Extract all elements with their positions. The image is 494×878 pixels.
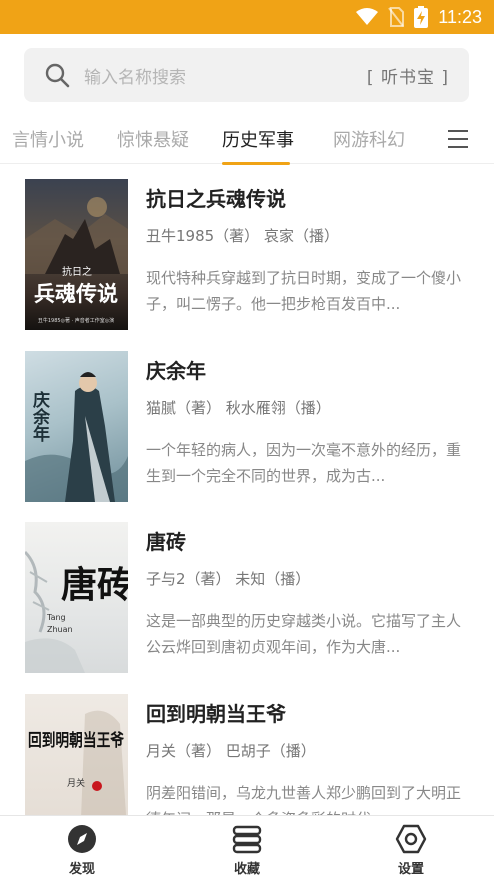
clock: 11:23 — [438, 6, 482, 27]
search-bar[interactable]: 输入名称搜索 [ 听书宝 ] — [24, 48, 469, 102]
nav-label: 收藏 — [233, 862, 260, 877]
book-description: 现代特种兵穿越到了抗日时期，变成了一个傻小子，叫二愣子。他一把步枪百发百中... — [146, 269, 462, 313]
book-meta: 丑牛1985（著） 哀家（播） — [146, 227, 339, 245]
book-title[interactable]: 唐砖 — [146, 526, 186, 555]
tab-game-scifi[interactable]: 网游科幻 — [333, 126, 405, 152]
cover-pinyin-tang: Tang — [46, 613, 66, 622]
tab-history-military[interactable]: 历史军事 — [222, 126, 294, 152]
battery-charging-icon — [414, 6, 429, 28]
book-description: 这是一部典型的历史穿越类小说。它描写了主人公云烨回到唐初贞观年间，作为大唐... — [146, 612, 462, 656]
book-title[interactable]: 回到明朝当王爷 — [146, 698, 286, 727]
status-bar: 11:23 — [0, 0, 494, 34]
book-item[interactable]: 庆余年 庆余年 猫腻（著） 秋水雁翎（播） 一个年轻的病人，因为一次毫不意外的经… — [25, 351, 470, 502]
book-meta: 猫腻（著） 秋水雁翎（播） — [146, 399, 331, 417]
book-cover: 抗日之 兵魂传说 丑牛1985◎著 · 声音者工作室◎演 — [25, 179, 128, 330]
stack-icon — [232, 825, 262, 854]
cover-author: 月关 — [67, 777, 85, 789]
tab-thriller[interactable]: 惊悚悬疑 — [117, 126, 189, 152]
menu-icon[interactable] — [447, 128, 469, 150]
cover-title: 唐砖 — [61, 564, 128, 606]
cover-title: 回到明朝当王爷 — [28, 730, 125, 751]
book-description: 一个年轻的病人，因为一次毫不意外的经历，重生到一个完全不同的世界，成为古... — [146, 441, 462, 485]
cover-art: 唐砖 Tang Zhuan — [25, 550, 128, 673]
cover-art: 庆余年 — [25, 372, 128, 502]
wifi-icon — [356, 8, 379, 25]
source-selector[interactable]: [ 听书宝 ] — [367, 63, 449, 88]
search-icon — [45, 63, 70, 88]
book-item[interactable]: 唐砖 Tang Zhuan 唐砖 子与2（著） 未知（播） 这是一部典型的历史穿… — [25, 522, 470, 673]
book-title[interactable]: 庆余年 — [146, 355, 206, 384]
cover-pinyin-zhuan: Zhuan — [47, 625, 73, 634]
nav-favorites[interactable]: 收藏 — [202, 824, 292, 877]
cover-footer: 丑牛1985◎著 · 声音者工作室◎演 — [38, 317, 114, 324]
hexagon-gear-icon — [395, 824, 427, 854]
tab-romance[interactable]: 言情小说 — [12, 126, 84, 152]
nav-label: 设置 — [397, 862, 424, 877]
nav-settings[interactable]: 设置 — [366, 824, 456, 877]
book-meta: 月关（著） 巴胡子（播） — [146, 742, 316, 760]
cover-title: 兵魂传说 — [34, 281, 118, 306]
bottom-navigation: 发现 收藏 设置 — [0, 815, 494, 878]
nav-label: 发现 — [68, 862, 95, 877]
book-title[interactable]: 抗日之兵魂传说 — [146, 183, 286, 212]
active-tab-indicator — [222, 162, 290, 165]
book-cover: 唐砖 Tang Zhuan — [25, 522, 128, 673]
book-cover: 庆余年 — [25, 351, 128, 502]
cover-small-title: 抗日之 — [62, 265, 92, 278]
book-item[interactable]: 抗日之 兵魂传说 丑牛1985◎著 · 声音者工作室◎演 抗日之兵魂传说 丑牛1… — [25, 179, 470, 330]
book-meta: 子与2（著） 未知（播） — [146, 570, 311, 588]
cover-art: 抗日之 兵魂传说 丑牛1985◎著 · 声音者工作室◎演 — [25, 197, 128, 324]
nav-discover[interactable]: 发现 — [37, 824, 127, 877]
compass-icon — [68, 825, 96, 853]
search-input[interactable]: 输入名称搜索 — [84, 63, 367, 88]
cover-title: 庆余年 — [29, 390, 51, 443]
category-tabs: 言情小说 惊悚悬疑 历史军事 网游科幻 — [0, 118, 494, 164]
no-sim-icon — [388, 7, 405, 27]
